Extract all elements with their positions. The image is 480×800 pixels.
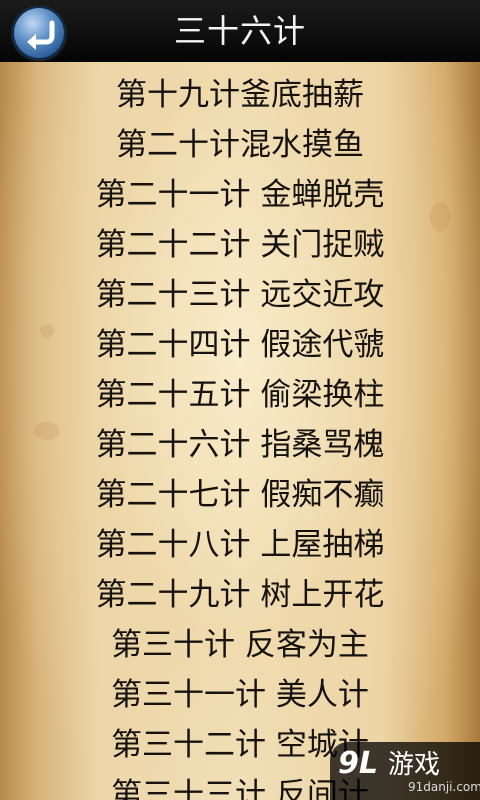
list-item[interactable]: 第三十计 反客为主	[0, 620, 480, 670]
watermark-logo: 9L	[338, 746, 378, 781]
watermark-name: 游戏	[388, 750, 441, 780]
list-item[interactable]: 第二十三计 远交近攻	[0, 270, 480, 320]
list-item[interactable]: 第二十九计 树上开花	[0, 570, 480, 620]
header-bar: 三十六计	[0, 0, 480, 63]
watermark-url: 91danji.com	[408, 780, 480, 794]
list-item[interactable]: 第二十七计 假痴不癫	[0, 470, 480, 520]
page-title: 三十六计	[173, 12, 306, 50]
list-item[interactable]: 第三十一计 美人计	[0, 670, 480, 720]
list-item[interactable]: 第二十二计 关门捉贼	[0, 220, 480, 270]
list-item[interactable]: 第二十四计 假途代虢	[0, 320, 480, 370]
stratagem-list: 第十九计釜底抽薪 第二十计混水摸鱼 第二十一计 金蝉脱壳 第二十二计 关门捉贼 …	[0, 70, 480, 800]
list-item[interactable]: 第二十五计 偷梁换柱	[0, 370, 480, 420]
watermark: 9L 游戏 91danji.com	[330, 742, 480, 800]
list-item[interactable]: 第二十八计 上屋抽梯	[0, 520, 480, 570]
list-item[interactable]: 第二十六计 指桑骂槐	[0, 420, 480, 470]
list-item[interactable]: 第二十计混水摸鱼	[0, 120, 480, 170]
parchment-content: 第十九计釜底抽薪 第二十计混水摸鱼 第二十一计 金蝉脱壳 第二十二计 关门捉贼 …	[0, 62, 480, 800]
list-item[interactable]: 第二十一计 金蝉脱壳	[0, 170, 480, 220]
list-item[interactable]: 第十九计釜底抽薪	[0, 70, 480, 120]
